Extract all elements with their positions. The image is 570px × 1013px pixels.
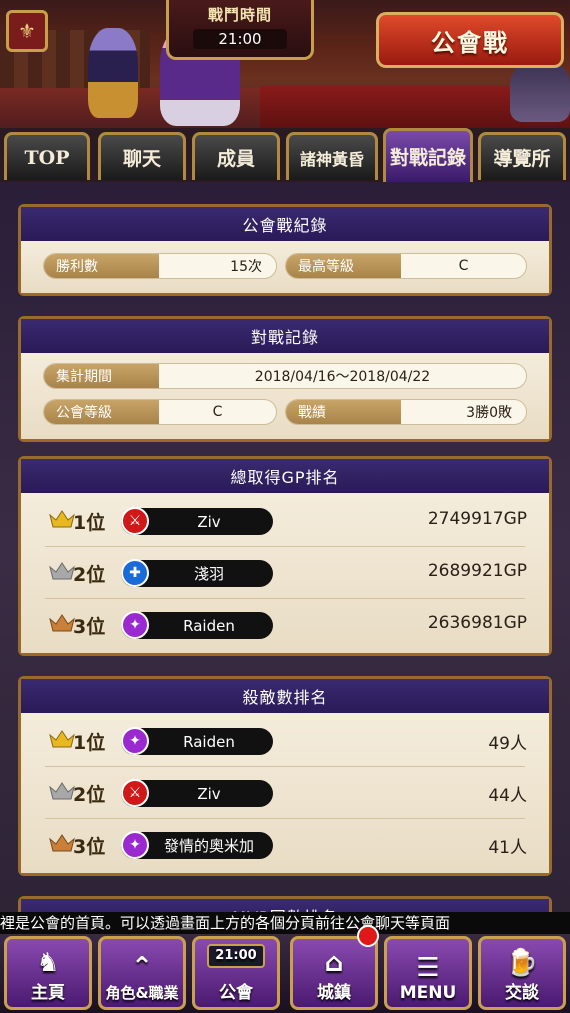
- notification-badge: [357, 925, 379, 947]
- guild-timer-icon: 21:00: [207, 944, 265, 968]
- gp-ranking-panel: 總取得GP排名 1位 Ziv ⚔ 2749917GP 2位 淺羽 ✚ 26899…: [18, 456, 552, 656]
- tab-ragnarok[interactable]: 諸神黃昏: [286, 132, 378, 180]
- rank-label: 1位: [73, 732, 106, 754]
- town-icon: ⌂: [324, 948, 344, 978]
- rank-label: 2位: [73, 564, 106, 586]
- cross-icon: ✚: [121, 559, 149, 587]
- guild-war-record-panel: 公會戰紀錄 勝利數 15次 最高等級 C: [18, 204, 552, 296]
- gp-ranking-row[interactable]: 3位 Raiden ✦ 2636981GP: [21, 599, 549, 651]
- nav-label: 公會: [219, 983, 253, 1003]
- rank-label: 1位: [73, 512, 106, 534]
- kill-ranking-row[interactable]: 2位 Ziv ⚔ 44人: [21, 767, 549, 819]
- guild-emblem-icon: ⚜: [6, 10, 48, 52]
- result-value: 3勝0敗: [466, 405, 512, 421]
- mvp-ranking-panel: MVP回數排名: [18, 896, 552, 912]
- battle-timer: 戰鬥時間 21:00: [166, 0, 314, 60]
- beer-icon: 🍺: [505, 948, 539, 978]
- guild-banner: ⚜ 戰鬥時間 21:00 公會戰: [0, 0, 570, 132]
- message-ticker: 裡是公會的首頁。可以透過畫面上方的各個分頁前往公會聊天等頁面: [0, 912, 570, 934]
- best-rank-value: C: [458, 258, 469, 274]
- tab-top[interactable]: TOP: [4, 132, 90, 180]
- result-label: 戰績: [286, 400, 401, 424]
- wins-field: 勝利數 15次: [43, 253, 277, 279]
- sword-icon: ⚔: [121, 779, 149, 807]
- gp-ranking-row[interactable]: 1位 Ziv ⚔ 2749917GP: [21, 495, 549, 547]
- crown-icon: [49, 730, 75, 748]
- kill-ranking-row[interactable]: 1位 Raiden ✦ 49人: [21, 715, 549, 767]
- kill-ranking-panel: 殺敵數排名 1位 Raiden ✦ 49人 2位 Ziv ⚔ 44人 3位 發情…: [18, 676, 552, 876]
- gp-score: 2689921GP: [427, 561, 527, 581]
- result-field: 戰績 3勝0敗: [285, 399, 527, 425]
- panel-title: 公會戰紀錄: [21, 207, 549, 241]
- gp-score: 2636981GP: [427, 613, 527, 633]
- crown-icon: [49, 834, 75, 852]
- tab-guide[interactable]: 導覽所: [478, 132, 566, 180]
- crown-icon: [49, 614, 75, 632]
- crown-icon: [49, 782, 75, 800]
- gp-ranking-list: 1位 Ziv ⚔ 2749917GP 2位 淺羽 ✚ 2689921GP 3位 …: [21, 493, 549, 653]
- crown-icon: [49, 510, 75, 528]
- gp-score: 2749917GP: [427, 509, 527, 529]
- nav-guild[interactable]: 21:00 公會: [192, 936, 280, 1010]
- period-value: 2018/04/16～2018/04/22: [254, 369, 431, 385]
- period-field: 集計期間 2018/04/16～2018/04/22: [43, 363, 527, 389]
- hero-icon: ⌃: [131, 952, 153, 982]
- staff-icon: ✦: [121, 727, 149, 755]
- panel-title: 殺敵數排名: [21, 679, 549, 713]
- rank-label: 3位: [73, 616, 106, 638]
- nav-character[interactable]: ⌃ 角色&職業: [98, 936, 186, 1010]
- panel-title: MVP回數排名: [21, 899, 549, 912]
- nav-label: 主頁: [31, 983, 65, 1003]
- guild-rank-label: 公會等級: [44, 400, 159, 424]
- character-sprite: [510, 60, 570, 122]
- battle-time-value: 21:00: [193, 29, 287, 49]
- best-rank-label: 最高等級: [286, 254, 401, 278]
- nav-label: MENU: [399, 983, 457, 1003]
- tab-chat[interactable]: 聊天: [98, 132, 186, 180]
- best-rank-field: 最高等級 C: [285, 253, 527, 279]
- character-sprite: [88, 28, 138, 118]
- kill-score: 44人: [488, 786, 527, 806]
- sword-icon: ⚔: [121, 507, 149, 535]
- panel-title: 總取得GP排名: [21, 459, 549, 493]
- rank-label: 3位: [73, 836, 106, 858]
- panel-title: 對戰記錄: [21, 319, 549, 353]
- guild-war-button[interactable]: 公會戰: [376, 12, 564, 68]
- wins-label: 勝利數: [44, 254, 159, 278]
- tab-battle-record[interactable]: 對戰記錄: [383, 128, 473, 182]
- tab-members[interactable]: 成員: [192, 132, 280, 180]
- kill-ranking-list: 1位 Raiden ✦ 49人 2位 Ziv ⚔ 44人 3位 發情的奧米加 ✦…: [21, 713, 549, 873]
- nav-label: 城鎮: [317, 983, 351, 1003]
- nav-home[interactable]: ♞ 主頁: [4, 936, 92, 1010]
- staff-icon: ✦: [121, 831, 149, 859]
- nav-label: 角色&職業: [105, 984, 179, 1002]
- kill-score: 49人: [488, 734, 527, 754]
- nav-menu[interactable]: ☰ MENU: [384, 936, 472, 1010]
- battle-record-panel: 對戰記錄 集計期間 2018/04/16～2018/04/22 公會等級 C 戰…: [18, 316, 552, 442]
- guild-rank-value: C: [212, 404, 223, 420]
- tab-bar: TOP 聊天 成員 諸神黃昏 對戰記錄 導覽所: [0, 128, 570, 182]
- crown-icon: [49, 562, 75, 580]
- pegasus-icon: ♞: [36, 948, 60, 978]
- menu-lines-icon: ☰: [416, 953, 440, 983]
- nav-label: 交談: [505, 983, 539, 1003]
- kill-score: 41人: [488, 838, 527, 858]
- battle-time-label: 戰鬥時間: [207, 6, 272, 24]
- bottom-nav: ♞ 主頁 ⌃ 角色&職業 21:00 公會 ⌂ 城鎮 ☰ MENU 🍺 交談: [0, 934, 570, 1013]
- nav-chat[interactable]: 🍺 交談: [478, 936, 566, 1010]
- period-label: 集計期間: [44, 364, 159, 388]
- wins-value: 15次: [230, 259, 262, 275]
- guild-rank-field: 公會等級 C: [43, 399, 277, 425]
- kill-ranking-row[interactable]: 3位 發情的奧米加 ✦ 41人: [21, 819, 549, 871]
- rank-label: 2位: [73, 784, 106, 806]
- nav-town[interactable]: ⌂ 城鎮: [290, 936, 378, 1010]
- staff-icon: ✦: [121, 611, 149, 639]
- battle-record-content[interactable]: 公會戰紀錄 勝利數 15次 最高等級 C 對戰記錄 集計期間 2018/04/1…: [0, 182, 570, 912]
- gp-ranking-row[interactable]: 2位 淺羽 ✚ 2689921GP: [21, 547, 549, 599]
